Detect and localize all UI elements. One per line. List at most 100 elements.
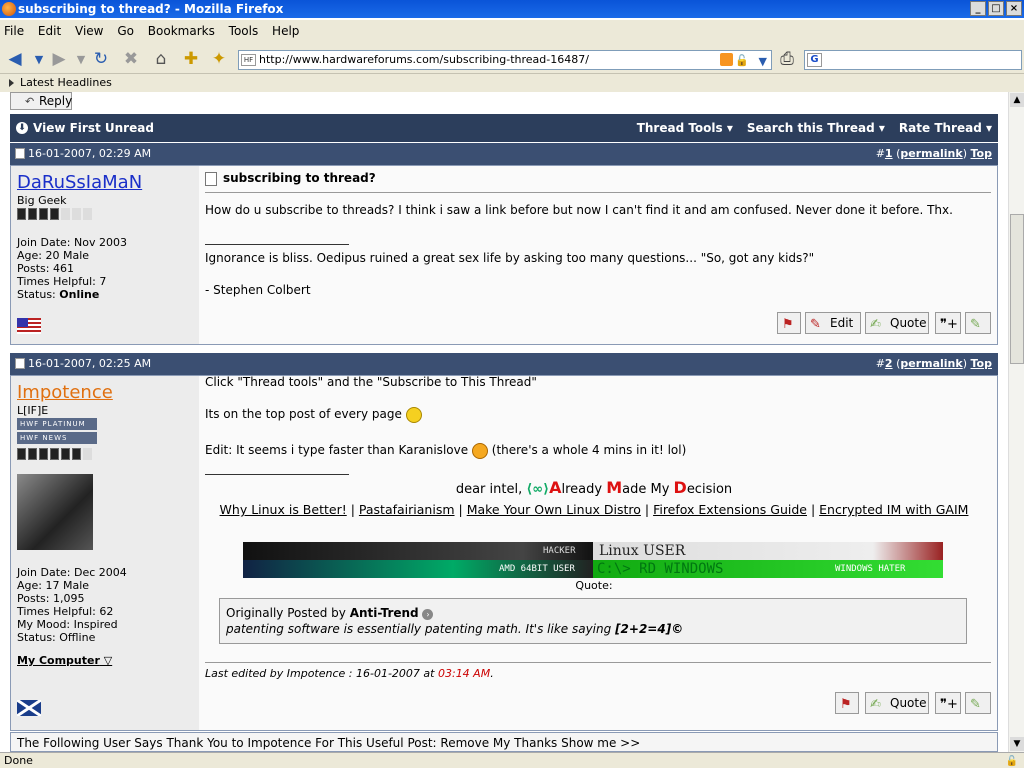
- menu-edit[interactable]: Edit: [38, 24, 61, 38]
- address-url: http://www.hardwareforums.com/subscribin…: [259, 53, 589, 66]
- rss-icon[interactable]: [720, 53, 733, 66]
- tongue-smiley-icon: [471, 442, 488, 459]
- intel-pre: dear intel,: [455, 482, 523, 497]
- report-button[interactable]: ⚑: [777, 312, 801, 334]
- post-1-age: Age: 20 Male: [17, 249, 90, 262]
- bookmark-latest-headlines[interactable]: Latest Headlines: [20, 76, 112, 89]
- search-input[interactable]: G: [804, 50, 1022, 70]
- post-1-posts: Posts: 461: [17, 262, 74, 275]
- scroll-thumb[interactable]: [1010, 214, 1024, 364]
- quote-by-pre: Originally Posted by: [226, 606, 346, 620]
- rep-pip: [17, 448, 26, 460]
- post-2-number[interactable]: 2: [885, 357, 893, 370]
- post-2-username[interactable]: Impotence: [17, 382, 113, 403]
- report-icon: ⚑: [840, 697, 852, 712]
- quote-label: Quote: [890, 316, 927, 330]
- post-2-permalink[interactable]: permalink: [900, 357, 962, 370]
- post-1-body: How do u subscribe to threads? I think i…: [205, 203, 953, 217]
- minimize-button[interactable]: _: [970, 1, 986, 16]
- forward-icon[interactable]: ▶: [48, 48, 70, 70]
- banner-hacker: HACKER: [543, 546, 576, 556]
- post-1-permalink[interactable]: permalink: [900, 147, 962, 160]
- rep-pip: [28, 208, 37, 220]
- google-search-icon: G: [807, 53, 822, 67]
- post-1-join: Join Date: Nov 2003: [17, 236, 127, 249]
- scroll-up-icon[interactable]: ▲: [1010, 93, 1024, 107]
- scotland-flag-icon: [16, 698, 42, 718]
- back-dropdown-icon[interactable]: ▼: [28, 48, 50, 70]
- rate-thread-menu[interactable]: Rate Thread ▾: [899, 114, 992, 142]
- post-2-header: 16-01-2007, 02:25 AM #2 (permalink) Top: [10, 353, 998, 375]
- site-favicon-icon: HF: [241, 54, 256, 66]
- view-post-arrow-icon[interactable]: ›: [422, 609, 434, 620]
- edited-pre: Last edited by Impotence : 16-01-2007 at: [205, 667, 435, 680]
- post-2-top-link[interactable]: Top: [971, 357, 992, 370]
- signature-divider: [205, 244, 349, 245]
- multiquote-button[interactable]: ❞+: [935, 692, 961, 714]
- multiquote-icon: ❞+: [940, 697, 958, 712]
- sig-link-distro[interactable]: Make Your Own Linux Distro: [467, 502, 641, 517]
- quote-label: Quote:: [575, 579, 613, 592]
- vertical-scrollbar[interactable]: ▲ ▼: [1008, 92, 1024, 752]
- post-2-links: #2 (permalink) Top: [875, 357, 992, 370]
- menu-tools[interactable]: Tools: [229, 24, 259, 38]
- menu-help[interactable]: Help: [272, 24, 299, 38]
- multiquote-button[interactable]: ❞+: [935, 312, 961, 334]
- post-2-status: Status: Offline: [17, 631, 96, 644]
- multiquote-icon: ❞+: [940, 317, 958, 332]
- quote-button[interactable]: ✍ Quote: [865, 692, 929, 714]
- post-1-number[interactable]: 1: [885, 147, 893, 160]
- sig-link-gaim[interactable]: Encrypted IM with GAIM: [819, 502, 968, 517]
- window-titlebar: subscribing to thread? - Mozilla Firefox…: [0, 0, 1024, 18]
- forward-dropdown-icon[interactable]: ▼: [70, 48, 92, 70]
- banner-linux: Linux USER: [599, 543, 686, 559]
- report-button[interactable]: ⚑: [835, 692, 859, 714]
- maximize-button[interactable]: □: [988, 1, 1004, 16]
- quick-reply-icon: ✎: [970, 317, 981, 332]
- post-2: Impotence L[IF]E HWF PLATINUM HWF NEWS J…: [10, 375, 998, 731]
- rep-pip: [39, 208, 48, 220]
- search-thread-menu[interactable]: Search this Thread ▾: [747, 114, 885, 142]
- quote-icon: ✍: [870, 317, 881, 332]
- new-tab-icon[interactable]: ✚: [180, 48, 202, 70]
- edit-button[interactable]: ✎ Edit: [805, 312, 861, 334]
- quick-reply-button[interactable]: ✎: [965, 312, 991, 334]
- quick-reply-button[interactable]: ✎: [965, 692, 991, 714]
- go-dropdown-icon[interactable]: ▼: [759, 53, 767, 71]
- sig-link-pasta[interactable]: Pastafairianism: [359, 502, 455, 517]
- navigation-toolbar: ◀ ▼ ▶ ▼ ↻ ✖ ⌂ ✚ ✦ HF http://www.hardware…: [0, 42, 1024, 74]
- view-first-unread-link[interactable]: View First Unread: [33, 114, 154, 142]
- post-1-sig-line2: - Stephen Colbert: [205, 283, 311, 297]
- banner-amd: AMD 64BIT USER: [499, 564, 575, 574]
- reload-icon[interactable]: ↻: [90, 48, 112, 70]
- menu-go[interactable]: Go: [117, 24, 134, 38]
- back-icon[interactable]: ◀: [4, 48, 26, 70]
- banner-rd-windows: C:\> RD WINDOWS: [597, 561, 724, 577]
- quote-button[interactable]: ✍ Quote: [865, 312, 929, 334]
- post-1-status: Status: Online: [17, 288, 127, 301]
- my-computer-label: My Computer: [17, 654, 100, 667]
- menu-file[interactable]: File: [4, 24, 24, 38]
- scroll-down-icon[interactable]: ▼: [1010, 737, 1024, 751]
- print-icon[interactable]: ⎙: [776, 48, 798, 70]
- quote-label: Quote: [890, 696, 927, 710]
- edit-icon: ✎: [810, 317, 821, 332]
- sig-link-linux[interactable]: Why Linux is Better!: [220, 502, 347, 517]
- close-button[interactable]: ×: [1006, 1, 1022, 16]
- bookmark-add-icon[interactable]: ✦: [208, 48, 230, 70]
- reply-button[interactable]: ↶ Reply: [10, 92, 72, 110]
- stop-icon[interactable]: ✖: [120, 48, 142, 70]
- home-icon[interactable]: ⌂: [150, 48, 172, 70]
- post-2-date: 16-01-2007, 02:25 AM: [28, 357, 152, 370]
- page-content: ↶ Reply ⬇ View First Unread Thread Tools…: [0, 92, 1008, 752]
- post-1-top-link[interactable]: Top: [971, 147, 992, 160]
- address-bar[interactable]: HF http://www.hardwareforums.com/subscri…: [238, 50, 772, 70]
- menu-view[interactable]: View: [75, 24, 103, 38]
- my-computer-link[interactable]: My Computer ▽: [17, 654, 112, 667]
- menu-bookmarks[interactable]: Bookmarks: [148, 24, 215, 38]
- thread-tools-menu[interactable]: Thread Tools ▾: [637, 114, 733, 142]
- quote-author[interactable]: Anti-Trend: [350, 606, 419, 620]
- post-1-username[interactable]: DaRuSsIaMaN: [17, 172, 142, 193]
- sig-link-firefox[interactable]: Firefox Extensions Guide: [653, 502, 807, 517]
- post-2-mood: My Mood: Inspired: [17, 618, 118, 631]
